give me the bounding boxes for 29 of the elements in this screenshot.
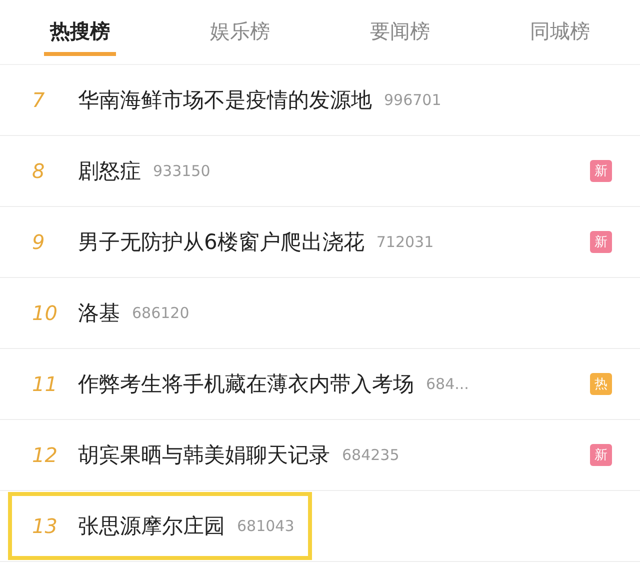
search-count: 933150 [153,162,210,180]
topic-link[interactable]: 男子无防护从6楼窗户爬出浇花 [78,228,364,256]
search-count: 684... [426,375,469,393]
search-count: 686120 [132,304,190,322]
rank-number: 12 [32,443,58,467]
rank-number: 13 [32,514,58,538]
topic-link[interactable]: 作弊考生将手机藏在薄衣内带入考场 [78,370,414,398]
rank-number: 7 [32,88,46,112]
topic-link[interactable]: 洛基 [78,299,120,327]
status-badge: 新 [590,444,612,466]
search-count: 684235 [342,446,400,464]
rank-number: 10 [32,301,58,325]
tab[interactable]: 要闻榜 [364,0,436,56]
search-count: 996701 [384,91,442,109]
search-count: 681043 [237,517,294,535]
topic-link[interactable]: 张思源摩尔庄园 [78,512,225,540]
status-badge: 新 [590,160,612,182]
topic-link[interactable]: 胡宾果晒与韩美娟聊天记录 [78,441,330,469]
topic-link[interactable]: 华南海鲜市场不是疫情的发源地 [78,86,372,114]
tab[interactable]: 热搜榜 [44,0,116,56]
rank-number: 8 [32,159,46,183]
rank-number: 11 [32,372,58,396]
status-badge: 新 [590,231,612,253]
topic-link[interactable]: 剧怒症 [78,157,141,185]
tab[interactable]: 同城榜 [524,0,596,56]
tab[interactable]: 娱乐榜 [204,0,276,56]
status-badge: 热 [590,373,612,395]
rank-number: 9 [32,230,46,254]
search-count: 712031 [376,233,434,251]
